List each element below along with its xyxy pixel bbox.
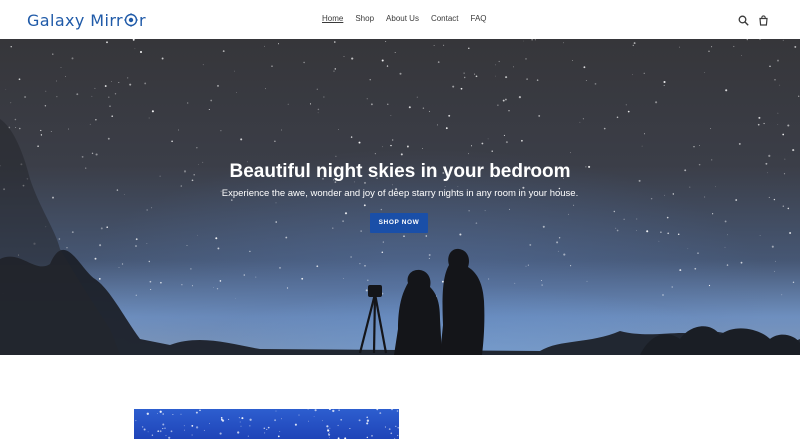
header-icons <box>738 13 769 26</box>
hero-subtitle: Experience the awe, wonder and joy of de… <box>221 188 579 199</box>
search-icon[interactable] <box>738 13 749 26</box>
shop-now-button[interactable]: SHOP NOW <box>370 213 428 233</box>
main-nav: Home Shop About Us Contact FAQ <box>322 14 487 24</box>
hero-title: Beautiful night skies in your bedroom <box>229 161 571 182</box>
site-logo[interactable]: Galaxy Mirr r <box>27 9 146 31</box>
feature-stars <box>135 409 399 439</box>
site-header: Galaxy Mirr r Home Shop About Us Contact … <box>0 0 800 39</box>
logo-text: Galaxy Mirr r <box>27 10 146 30</box>
galaxy-projection-image <box>134 409 399 439</box>
cart-icon[interactable] <box>758 13 769 26</box>
hero-banner: Beautiful night skies in your bedroom Ex… <box>0 39 800 355</box>
nav-home[interactable]: Home <box>322 14 343 24</box>
nav-about-us[interactable]: About Us <box>386 14 419 24</box>
nav-contact[interactable]: Contact <box>431 14 459 24</box>
nav-shop[interactable]: Shop <box>355 14 374 24</box>
nav-faq[interactable]: FAQ <box>471 14 487 24</box>
logo-eye-icon <box>124 12 139 27</box>
